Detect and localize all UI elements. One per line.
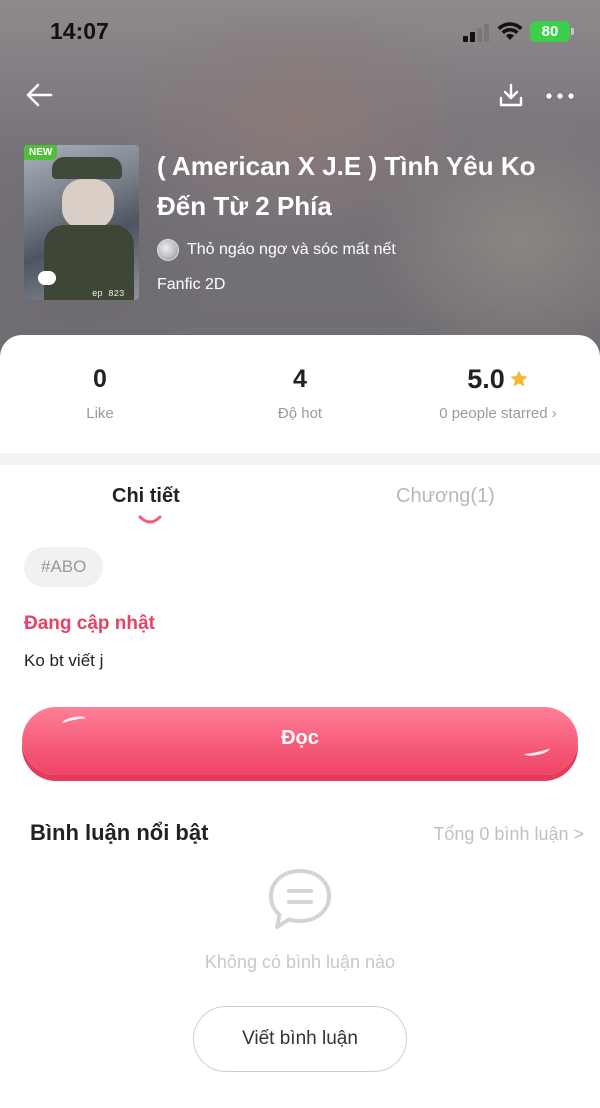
back-arrow-icon[interactable] — [24, 80, 54, 110]
active-tab-indicator — [138, 515, 162, 524]
likes-label: Like — [86, 405, 114, 422]
cover-art-face — [62, 179, 114, 229]
story-genre: Fanfic 2D — [157, 276, 226, 293]
status-time: 14:07 — [50, 18, 109, 44]
stat-rating[interactable]: 5.0 0 people starred › — [398, 363, 598, 422]
story-title: ( American X J.E ) Tình Yêu Ko Đến Từ 2 … — [157, 151, 536, 221]
stat-likes: 0 Like — [0, 363, 200, 422]
detail-sheet: 0 Like 4 Độ hot 5.0 0 people starred › C… — [0, 335, 600, 1108]
wifi-icon — [497, 22, 523, 40]
story-cover-image[interactable]: NEW ep 823 — [24, 145, 139, 300]
rating-count-label[interactable]: 0 people starred › — [398, 405, 598, 422]
rating-value: 5.0 — [467, 364, 505, 394]
comments-total-link[interactable]: Tổng 0 bình luận > — [433, 824, 584, 845]
more-options-icon[interactable] — [545, 90, 575, 102]
chat-bubble-icon — [38, 271, 56, 285]
update-status: Đang cập nhật — [24, 613, 155, 634]
star-icon — [510, 370, 528, 387]
cellular-signal-icon — [463, 24, 491, 42]
stat-hot: 4 Độ hot — [200, 363, 400, 422]
cover-caption: ep 823 — [92, 289, 125, 299]
new-badge: NEW — [24, 145, 58, 160]
battery-indicator: 80 — [530, 21, 574, 42]
stats-row: 0 Like 4 Độ hot 5.0 0 people starred › — [0, 335, 600, 453]
status-bar: 14:07 80 — [0, 0, 600, 64]
tab-bar: Chi tiết Chương(1) — [0, 465, 600, 535]
author-avatar[interactable] — [157, 239, 179, 261]
read-button-label: Đọc — [281, 727, 319, 749]
hot-count: 4 — [293, 365, 307, 393]
section-divider — [0, 453, 600, 465]
comments-heading: Bình luận nổi bật — [30, 820, 209, 845]
tag-chip[interactable]: #ABO — [24, 547, 104, 587]
empty-comment-icon — [269, 869, 331, 929]
write-comment-button[interactable]: Viết bình luận — [193, 1006, 407, 1072]
likes-count: 0 — [93, 365, 107, 393]
tab-detail[interactable]: Chi tiết — [112, 485, 180, 508]
cover-art-cap — [52, 157, 122, 179]
empty-comments-text: Không có bình luận nào — [204, 952, 396, 972]
tab-chapters[interactable]: Chương(1) — [396, 485, 495, 508]
read-button[interactable]: Đọc — [22, 707, 578, 775]
story-description: Ko bt viết j — [24, 651, 104, 670]
rating-value-row: 5.0 — [398, 363, 598, 395]
author-name[interactable]: Thỏ ngáo ngơ và sóc mất nết — [187, 241, 396, 259]
download-icon[interactable] — [498, 82, 524, 108]
author-row[interactable]: Thỏ ngáo ngơ và sóc mất nết — [157, 238, 396, 262]
hot-label: Độ hot — [277, 405, 323, 422]
